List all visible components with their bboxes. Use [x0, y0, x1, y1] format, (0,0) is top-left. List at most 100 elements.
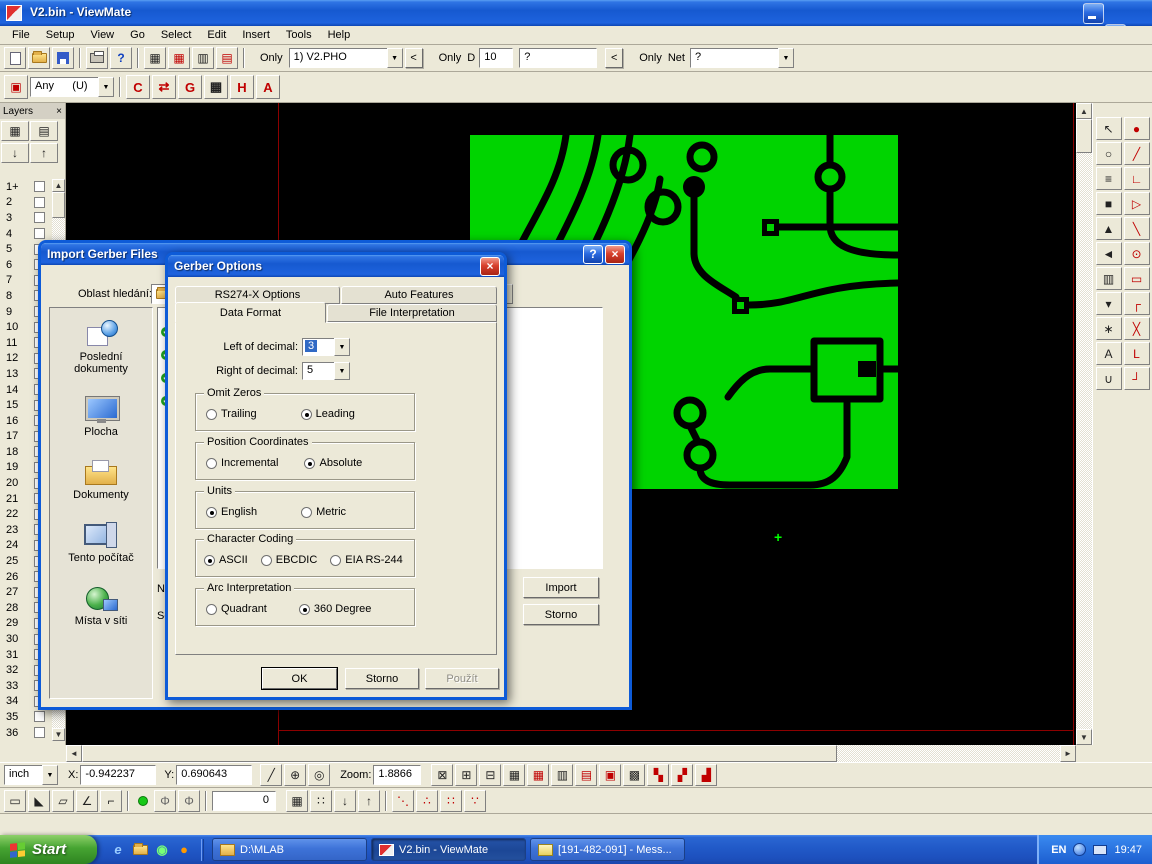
zoom-tool-button[interactable]: ▤: [575, 764, 597, 786]
draw-tool-button[interactable]: ▲: [1096, 217, 1122, 240]
dialog-close-button[interactable]: ×: [605, 245, 625, 264]
radio-icon[interactable]: [261, 555, 272, 566]
import-button[interactable]: Import: [523, 577, 599, 598]
layer-row[interactable]: 35: [0, 709, 52, 725]
highlight-lamp-button[interactable]: Φ: [154, 790, 176, 812]
radio-icon[interactable]: [206, 507, 217, 518]
chevron-down-icon[interactable]: ▼: [778, 48, 794, 68]
highlight-tool-button[interactable]: H: [230, 75, 254, 99]
measure-tool-button[interactable]: ▭: [4, 790, 26, 812]
places-bar-item[interactable]: Dokumenty: [50, 458, 152, 501]
save-file-button[interactable]: [52, 47, 74, 69]
close-icon[interactable]: ×: [56, 106, 62, 117]
draw-tool-button[interactable]: ┌: [1124, 292, 1150, 315]
layer-visibility-checkbox[interactable]: [34, 711, 45, 722]
menu-item[interactable]: Select: [153, 27, 200, 43]
draw-tool-button[interactable]: L: [1124, 342, 1150, 365]
tray-status-icon[interactable]: [1073, 843, 1086, 856]
pattern-tool-button[interactable]: ∵: [464, 790, 486, 812]
dialog-help-button[interactable]: ?: [583, 245, 603, 264]
context-help-button[interactable]: ?: [110, 47, 132, 69]
scroll-thumb[interactable]: [52, 192, 65, 218]
radio-option[interactable]: English: [206, 506, 257, 518]
layer-visibility-checkbox[interactable]: [34, 727, 45, 738]
menu-item[interactable]: View: [82, 27, 122, 43]
layer-down-button[interactable]: ↓: [1, 143, 29, 163]
layer-visibility-checkbox[interactable]: [34, 181, 45, 192]
zoom-tool-button[interactable]: ⊠: [431, 764, 453, 786]
scroll-left-icon[interactable]: ◄: [66, 745, 82, 762]
tab-data-format[interactable]: Data Format: [175, 302, 326, 323]
layer-visibility-checkbox[interactable]: [34, 197, 45, 208]
layer-row[interactable]: 2: [0, 195, 52, 211]
table-tool-button[interactable]: ▦: [144, 47, 166, 69]
grid-tool-button[interactable]: ↑: [358, 790, 380, 812]
zoom-tool-button[interactable]: ▥: [551, 764, 573, 786]
places-bar-item[interactable]: Místa v síti: [50, 584, 152, 627]
radio-icon[interactable]: [206, 458, 217, 469]
radio-icon[interactable]: [304, 458, 315, 469]
draw-tool-button[interactable]: ╳: [1124, 317, 1150, 340]
radio-option[interactable]: Leading: [301, 408, 355, 420]
status-tool-button[interactable]: ◎: [308, 764, 330, 786]
right-of-decimal-combo[interactable]: 5 ▼: [302, 362, 350, 380]
radio-icon[interactable]: [206, 409, 217, 420]
import-cancel-button[interactable]: Storno: [523, 604, 599, 625]
radio-option[interactable]: ASCII: [204, 554, 248, 566]
pattern-tool-button[interactable]: ∴: [416, 790, 438, 812]
highlight-tool-button[interactable]: A: [256, 75, 280, 99]
taskbar-task-button[interactable]: [191-482-091] - Mess...: [530, 838, 685, 861]
filter-combo[interactable]: Any (U) ▼: [30, 77, 114, 97]
layer-row[interactable]: 1+: [0, 179, 52, 195]
menu-item[interactable]: Setup: [38, 27, 83, 43]
measure-tool-button[interactable]: ▱: [52, 790, 74, 812]
status-tool-button[interactable]: ╱: [260, 764, 282, 786]
zoom-tool-button[interactable]: ▟: [695, 764, 717, 786]
highlight-tool-button[interactable]: ▦: [204, 75, 228, 99]
internet-explorer-icon[interactable]: e: [109, 841, 127, 859]
chevron-down-icon[interactable]: ▼: [98, 77, 114, 97]
scroll-up-icon[interactable]: ▲: [1076, 103, 1092, 119]
radio-icon[interactable]: [204, 555, 215, 566]
draw-tool-button[interactable]: ⊙: [1124, 242, 1150, 265]
layer-combo[interactable]: 1) V2.PHO ▼: [289, 48, 403, 68]
new-file-button[interactable]: [4, 47, 26, 69]
radio-option[interactable]: Quadrant: [206, 603, 267, 615]
grid-tool-button[interactable]: ▦: [286, 790, 308, 812]
radio-icon[interactable]: [299, 604, 310, 615]
zoom-tool-button[interactable]: ▦: [527, 764, 549, 786]
dcode-input[interactable]: 10: [479, 48, 513, 68]
draw-tool-button[interactable]: ▾: [1096, 292, 1122, 315]
grid-tool-button[interactable]: ↓: [334, 790, 356, 812]
highlight-tool-button[interactable]: C: [126, 75, 150, 99]
horizontal-scrollbar[interactable]: ◄ ►: [66, 745, 1076, 762]
selection-mode-button[interactable]: ▣: [4, 75, 28, 99]
left-of-decimal-combo[interactable]: 3 ▼: [302, 338, 350, 356]
draw-tool-button[interactable]: ∟: [1124, 167, 1150, 190]
unit-combo[interactable]: inch ▼: [4, 765, 58, 785]
radio-icon[interactable]: [301, 507, 312, 518]
open-file-button[interactable]: [28, 47, 50, 69]
highlight-tool-button[interactable]: G: [178, 75, 202, 99]
dcode-query-input[interactable]: ?: [519, 48, 597, 68]
prev-layer-button[interactable]: <: [405, 48, 423, 68]
ok-button[interactable]: OK: [262, 668, 337, 689]
draw-tool-button[interactable]: A: [1096, 342, 1122, 365]
zoom-tool-button[interactable]: ⊞: [455, 764, 477, 786]
zoom-tool-button[interactable]: ▣: [599, 764, 621, 786]
menu-item[interactable]: Insert: [234, 27, 278, 43]
chevron-down-icon[interactable]: ▼: [334, 338, 350, 356]
draw-tool-button[interactable]: ┘: [1124, 367, 1150, 390]
vertical-scrollbar[interactable]: ▲ ▼: [1076, 103, 1092, 745]
shield-icon[interactable]: ◉: [153, 841, 171, 859]
measure-tool-button[interactable]: ∠: [76, 790, 98, 812]
scroll-up-icon[interactable]: ▲: [52, 179, 65, 192]
tab-file-interpretation[interactable]: File Interpretation: [327, 304, 497, 322]
clock[interactable]: 19:47: [1114, 844, 1142, 856]
tray-display-icon[interactable]: [1093, 845, 1107, 855]
measure-tool-button[interactable]: ◣: [28, 790, 50, 812]
draw-tool-button[interactable]: ↖: [1096, 117, 1122, 140]
radio-option[interactable]: Trailing: [206, 408, 257, 420]
radio-icon[interactable]: [206, 604, 217, 615]
menu-item[interactable]: Go: [122, 27, 153, 43]
